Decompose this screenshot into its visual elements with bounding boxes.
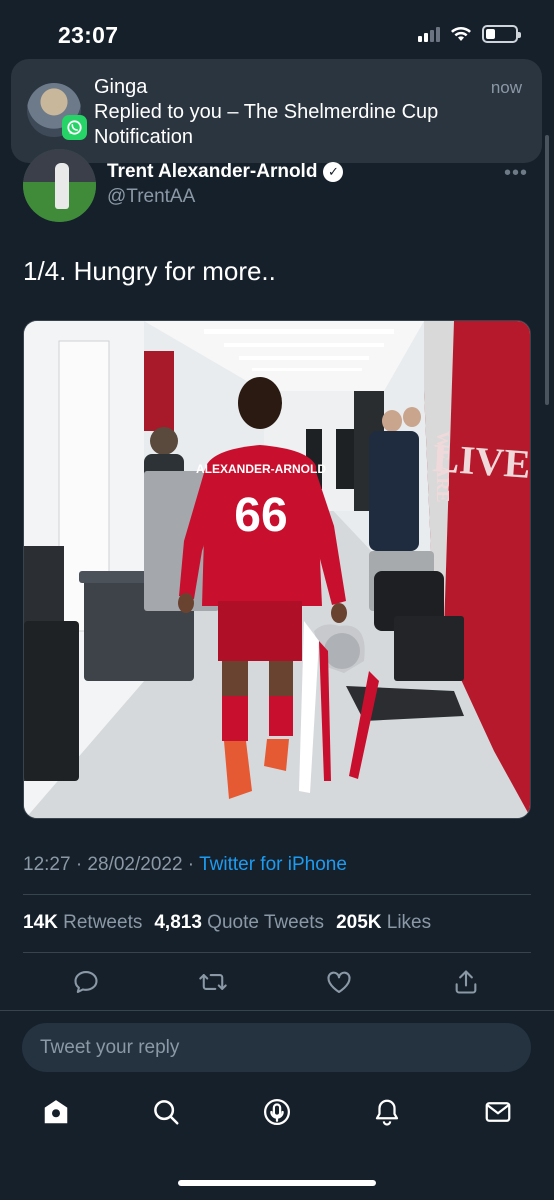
retweets-stat[interactable]: 14K Retweets [23, 912, 142, 934]
notification-body: Replied to you – The Shelmerdine Cup Not… [94, 100, 438, 150]
meta-separator: · [182, 854, 200, 875]
search-icon[interactable] [144, 1090, 188, 1134]
retweet-icon[interactable] [193, 962, 233, 1002]
spaces-icon[interactable] [255, 1090, 299, 1134]
tweet-stats: 14K Retweets 4,813 Quote Tweets 205K Lik… [23, 912, 431, 934]
tweet-meta: 12:27 · 28/02/2022 · Twitter for iPhone [23, 854, 347, 876]
author-avatar[interactable] [23, 149, 96, 222]
verified-badge-icon: ✓ [323, 162, 344, 182]
scrollbar[interactable] [545, 135, 549, 405]
notification-line-2: Notification [94, 126, 193, 148]
likes-stat[interactable]: 205K Likes [336, 912, 431, 934]
photo-jersey-name: ALEXANDER-ARNOLD [196, 462, 326, 476]
photo-wall-text-side: WE ARE [433, 431, 453, 503]
notification-time: now [490, 78, 522, 97]
signal-icon [418, 26, 440, 42]
status-time: 23:07 [58, 22, 119, 48]
messages-icon[interactable] [476, 1090, 520, 1134]
notification-banner[interactable]: Ginga now Replied to you – The Shelmerdi… [11, 59, 542, 163]
tweet-text: 1/4. Hungry for more.. [23, 256, 276, 286]
whatsapp-icon [62, 115, 87, 140]
author-name: Trent Alexander-Arnold [107, 161, 318, 182]
author-name-row[interactable]: Trent Alexander-Arnold ✓ [107, 161, 344, 183]
photo-jersey-number: 66 [234, 489, 287, 542]
home-icon[interactable] [34, 1090, 78, 1134]
quote-tweets-stat[interactable]: 4,813 Quote Tweets [154, 912, 324, 934]
share-icon[interactable] [446, 962, 486, 1002]
battery-icon [482, 25, 521, 43]
status-icons [418, 25, 521, 43]
divider [23, 952, 531, 953]
tweet-photo[interactable]: LIVERPO WE ARE ALEXANDER-ARNOLD 66 [23, 320, 531, 819]
wifi-icon [451, 27, 471, 41]
home-indicator[interactable] [178, 1180, 376, 1186]
notifications-icon[interactable] [365, 1090, 409, 1134]
reply-box[interactable] [22, 1023, 531, 1072]
reply-input[interactable] [22, 1023, 531, 1072]
status-bar: 23:07 [0, 0, 554, 62]
like-icon[interactable] [319, 962, 359, 1002]
tweet-source-link[interactable]: Twitter for iPhone [199, 854, 347, 875]
bottom-nav [0, 1090, 554, 1146]
author-handle[interactable]: @TrentAA [107, 186, 195, 208]
divider [23, 894, 531, 895]
tweet-actions [0, 962, 554, 1008]
notification-line-1: Replied to you – The Shelmerdine Cup [94, 101, 439, 123]
notification-sender: Ginga [94, 76, 148, 98]
more-options-icon[interactable]: ••• [504, 162, 528, 185]
reply-icon[interactable] [66, 962, 106, 1002]
tweet-timestamp: 12:27 · 28/02/2022 [23, 854, 183, 875]
